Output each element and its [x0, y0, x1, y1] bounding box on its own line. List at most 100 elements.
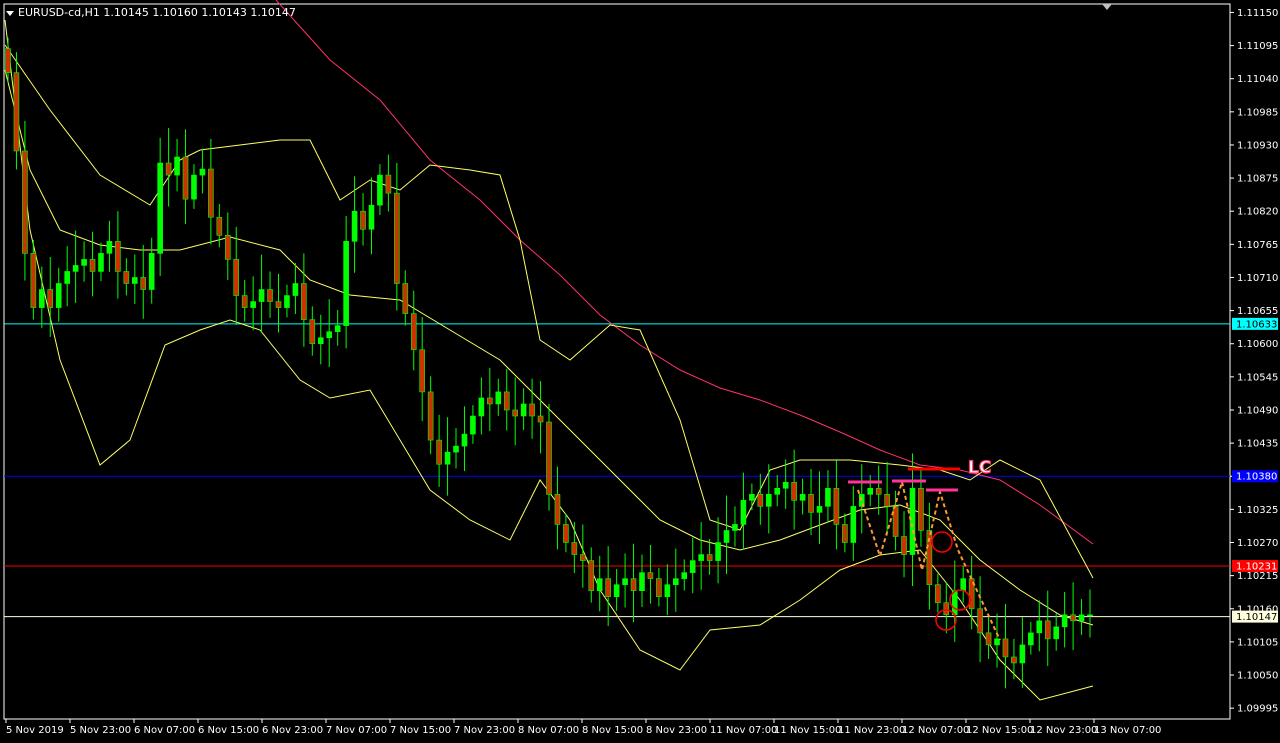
- price-tick-label: 1.10820: [1237, 207, 1278, 218]
- candle-body: [106, 241, 113, 254]
- price-tick-label: 1.10985: [1237, 107, 1278, 118]
- price-chart[interactable]: 1.11150 1.11095 1.11040 1.10985 1.10930 1.108…: [0, 0, 1280, 743]
- candle-body: [81, 259, 87, 266]
- candle-body: [292, 283, 299, 296]
- price-line-tag-label: 1.10380: [1236, 472, 1277, 483]
- candle-body: [191, 174, 197, 200]
- candle-body: [410, 313, 417, 351]
- candle-body: [461, 433, 468, 447]
- price-tick-label: 1.11095: [1237, 41, 1278, 52]
- candle-body: [309, 319, 316, 345]
- candle-body: [994, 638, 1000, 646]
- price-tick-label: 1.10105: [1237, 637, 1278, 648]
- candle-body: [588, 560, 595, 591]
- chart-window[interactable]: 1.11150 1.11095 1.11040 1.10985 1.10930 1.108…: [0, 0, 1280, 743]
- price-tick-label: 1.10435: [1237, 439, 1278, 450]
- candle-body: [1053, 626, 1059, 640]
- candle-body: [630, 578, 637, 591]
- time-tick-label: 11 Nov 15:00: [774, 725, 841, 736]
- time-tick-label: 6 Nov 07:00: [134, 725, 195, 736]
- price-tick-label: 1.10490: [1237, 405, 1278, 416]
- candle-body: [89, 259, 96, 272]
- candle-body: [698, 554, 704, 561]
- chart-title: EURUSD-cd,H1 1.10145 1.10160 1.10143 1.1…: [6, 6, 296, 19]
- candle-body: [174, 156, 180, 176]
- candle-body: [842, 524, 848, 543]
- candle-body: [985, 632, 992, 646]
- candle-body: [360, 210, 366, 230]
- candle-body: [672, 578, 679, 585]
- candle-body: [1087, 614, 1093, 617]
- time-tick-label: 8 Nov 23:00: [646, 725, 707, 736]
- chart-shift-icon[interactable]: [1102, 4, 1112, 10]
- candle-body: [774, 487, 781, 495]
- candle-body: [39, 289, 45, 308]
- price-tick-label: 1.10710: [1237, 273, 1278, 284]
- candle-body: [799, 494, 806, 501]
- price-tick-label: 1.10050: [1237, 671, 1278, 682]
- candle-body: [267, 289, 273, 302]
- highlight-circle: [931, 531, 953, 553]
- candle-body: [317, 337, 324, 345]
- chart-menu-icon[interactable]: [6, 10, 14, 16]
- time-tick-label: 12 Nov 23:00: [1030, 725, 1097, 736]
- candle-body: [808, 494, 814, 513]
- candle-body: [935, 584, 941, 604]
- time-tick-label: 5 Nov 23:00: [70, 725, 131, 736]
- candle-body: [64, 271, 70, 284]
- candle-body: [368, 204, 375, 230]
- candle-body: [977, 608, 983, 634]
- candle-body: [706, 554, 713, 561]
- time-tick-label: 13 Nov 07:00: [1094, 725, 1161, 736]
- candle-body: [182, 156, 189, 200]
- candle-body: [5, 48, 11, 73]
- candle-body: [199, 168, 206, 176]
- candle-body: [782, 481, 789, 489]
- candle-body: [72, 265, 79, 272]
- candle-body: [30, 253, 37, 308]
- candle-body: [503, 391, 510, 411]
- time-tick-label: 6 Nov 15:00: [198, 725, 259, 736]
- candle-body: [22, 150, 28, 254]
- time-tick-label: 12 Nov 15:00: [966, 725, 1033, 736]
- candle-body: [563, 524, 569, 543]
- price-line-tag-label: 1.10231: [1236, 562, 1277, 573]
- price-line-tag-label: 1.10147: [1236, 612, 1277, 623]
- candle-body: [334, 325, 341, 332]
- candle-body: [55, 283, 62, 308]
- lc-annotation: LC: [968, 458, 991, 478]
- candle-body: [123, 271, 130, 284]
- plot-frame: [3, 3, 1231, 720]
- chart-title-text: EURUSD-cd,H1 1.10145 1.10160 1.10143 1.1…: [18, 6, 296, 19]
- price-tick-label: 1.10545: [1237, 372, 1278, 383]
- candle-body: [216, 216, 223, 236]
- candle-body: [850, 506, 857, 543]
- candle-body: [47, 289, 54, 308]
- candle-body: [115, 241, 121, 272]
- candle-body: [951, 590, 958, 616]
- price-tick-label: 1.11150: [1237, 8, 1278, 19]
- candle-body: [394, 192, 400, 284]
- candle-body: [639, 572, 645, 591]
- price-tick-label: 1.10270: [1237, 538, 1278, 549]
- candle-body: [326, 331, 333, 339]
- candle-body: [444, 451, 451, 465]
- candle-body: [470, 415, 476, 435]
- candle-body: [537, 415, 544, 423]
- price-tick-label: 1.10325: [1237, 505, 1278, 516]
- candle-body: [1044, 620, 1051, 640]
- candle-body: [157, 162, 163, 254]
- candle-body: [605, 578, 611, 598]
- candle-body: [377, 174, 383, 206]
- candle-body: [757, 494, 764, 507]
- candle-body: [884, 494, 890, 507]
- candle-body: [613, 584, 620, 598]
- price-tick-label: 1.10655: [1237, 306, 1278, 317]
- candle-body: [571, 542, 578, 555]
- candle-body: [1070, 614, 1076, 622]
- candle-body: [867, 487, 874, 495]
- candle-body: [250, 301, 256, 308]
- candle-body: [436, 439, 442, 465]
- candle-body: [13, 72, 20, 152]
- time-tick-label: 5 Nov 2019: [6, 725, 64, 736]
